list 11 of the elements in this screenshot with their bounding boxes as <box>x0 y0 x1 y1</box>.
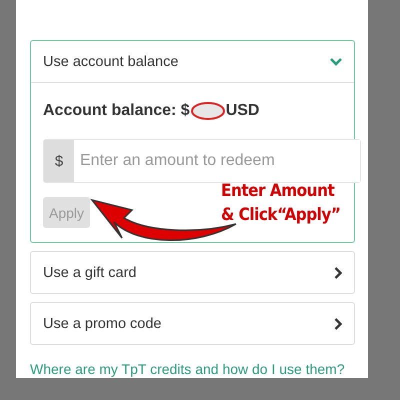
payment-option-row[interactable]: Use a gift card <box>30 251 355 294</box>
chevron-right-icon <box>334 318 342 330</box>
balance-label: Account balance: $ <box>43 102 190 120</box>
account-balance-header[interactable]: Use account balance <box>31 41 354 83</box>
chevron-down-icon <box>330 58 342 66</box>
chevron-right-icon <box>334 266 342 278</box>
payment-option-row[interactable]: Use a promo code <box>30 302 355 345</box>
currency-label: USD <box>226 102 260 120</box>
redaction-mark <box>190 101 226 121</box>
amount-field[interactable]: $ Enter an amount to redeem <box>43 139 361 183</box>
annotation-text: Enter Amount & Click“Apply” <box>221 180 340 227</box>
